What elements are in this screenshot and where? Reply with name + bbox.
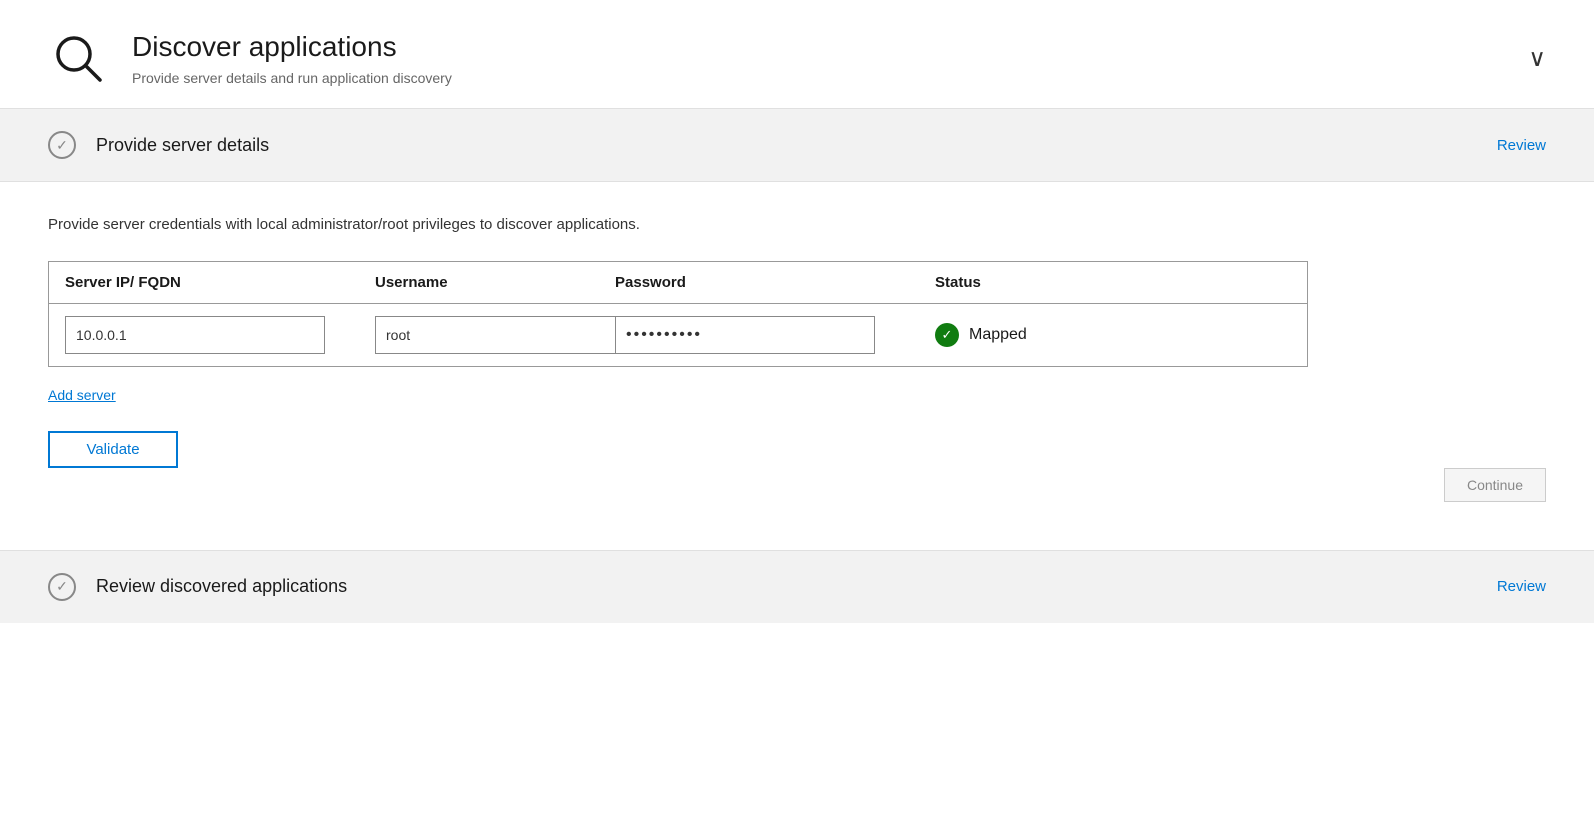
validate-button-row: Validate — [48, 431, 1546, 468]
col-header-password: Password — [615, 274, 935, 291]
step2-header: ✓ Review discovered applications Review — [0, 551, 1594, 623]
col-header-status: Status — [935, 274, 1291, 291]
step1-check-icon: ✓ — [48, 131, 76, 159]
header-left: Discover applications Provide server det… — [48, 28, 452, 88]
password-cell — [615, 316, 935, 354]
status-check-icon: ✓ — [935, 323, 959, 347]
step1-header: ✓ Provide server details Review — [0, 109, 1594, 182]
steps-container: ✓ Provide server details Review Provide … — [0, 109, 1594, 623]
header-section: Discover applications Provide server det… — [0, 0, 1594, 109]
step1-section: ✓ Provide server details Review Provide … — [0, 109, 1594, 551]
server-ip-cell — [65, 316, 375, 354]
col-header-username: Username — [375, 274, 615, 291]
username-input[interactable] — [375, 316, 635, 354]
step1-content: Provide server credentials with local ad… — [0, 182, 1594, 550]
server-table-header: Server IP/ FQDN Username Password Status — [49, 262, 1307, 304]
col-header-server-ip: Server IP/ FQDN — [65, 274, 375, 291]
search-icon — [48, 28, 108, 88]
step1-review-link[interactable]: Review — [1497, 137, 1546, 154]
step2-review-link[interactable]: Review — [1497, 578, 1546, 595]
validate-button[interactable]: Validate — [48, 431, 178, 468]
step1-description: Provide server credentials with local ad… — [48, 214, 1546, 237]
add-server-link[interactable]: Add server — [48, 387, 116, 403]
table-row: ✓ Mapped — [49, 304, 1307, 366]
status-text: Mapped — [969, 326, 1027, 344]
username-cell — [375, 316, 615, 354]
continue-button-row: Continue — [48, 468, 1546, 510]
step2-section: ✓ Review discovered applications Review — [0, 551, 1594, 623]
step2-header-left: ✓ Review discovered applications — [48, 573, 347, 601]
password-input[interactable] — [615, 316, 875, 354]
continue-button[interactable]: Continue — [1444, 468, 1546, 502]
page-subtitle: Provide server details and run applicati… — [132, 70, 452, 86]
page-container: Discover applications Provide server det… — [0, 0, 1594, 819]
server-ip-input[interactable] — [65, 316, 325, 354]
collapse-icon[interactable]: ∨ — [1528, 44, 1546, 73]
page-title: Discover applications — [132, 30, 452, 64]
header-text: Discover applications Provide server det… — [132, 30, 452, 86]
step1-header-left: ✓ Provide server details — [48, 131, 269, 159]
step2-title: Review discovered applications — [96, 576, 347, 597]
step1-title: Provide server details — [96, 135, 269, 156]
step2-check-icon: ✓ — [48, 573, 76, 601]
status-cell: ✓ Mapped — [935, 323, 1291, 347]
server-table: Server IP/ FQDN Username Password Status — [48, 261, 1308, 367]
